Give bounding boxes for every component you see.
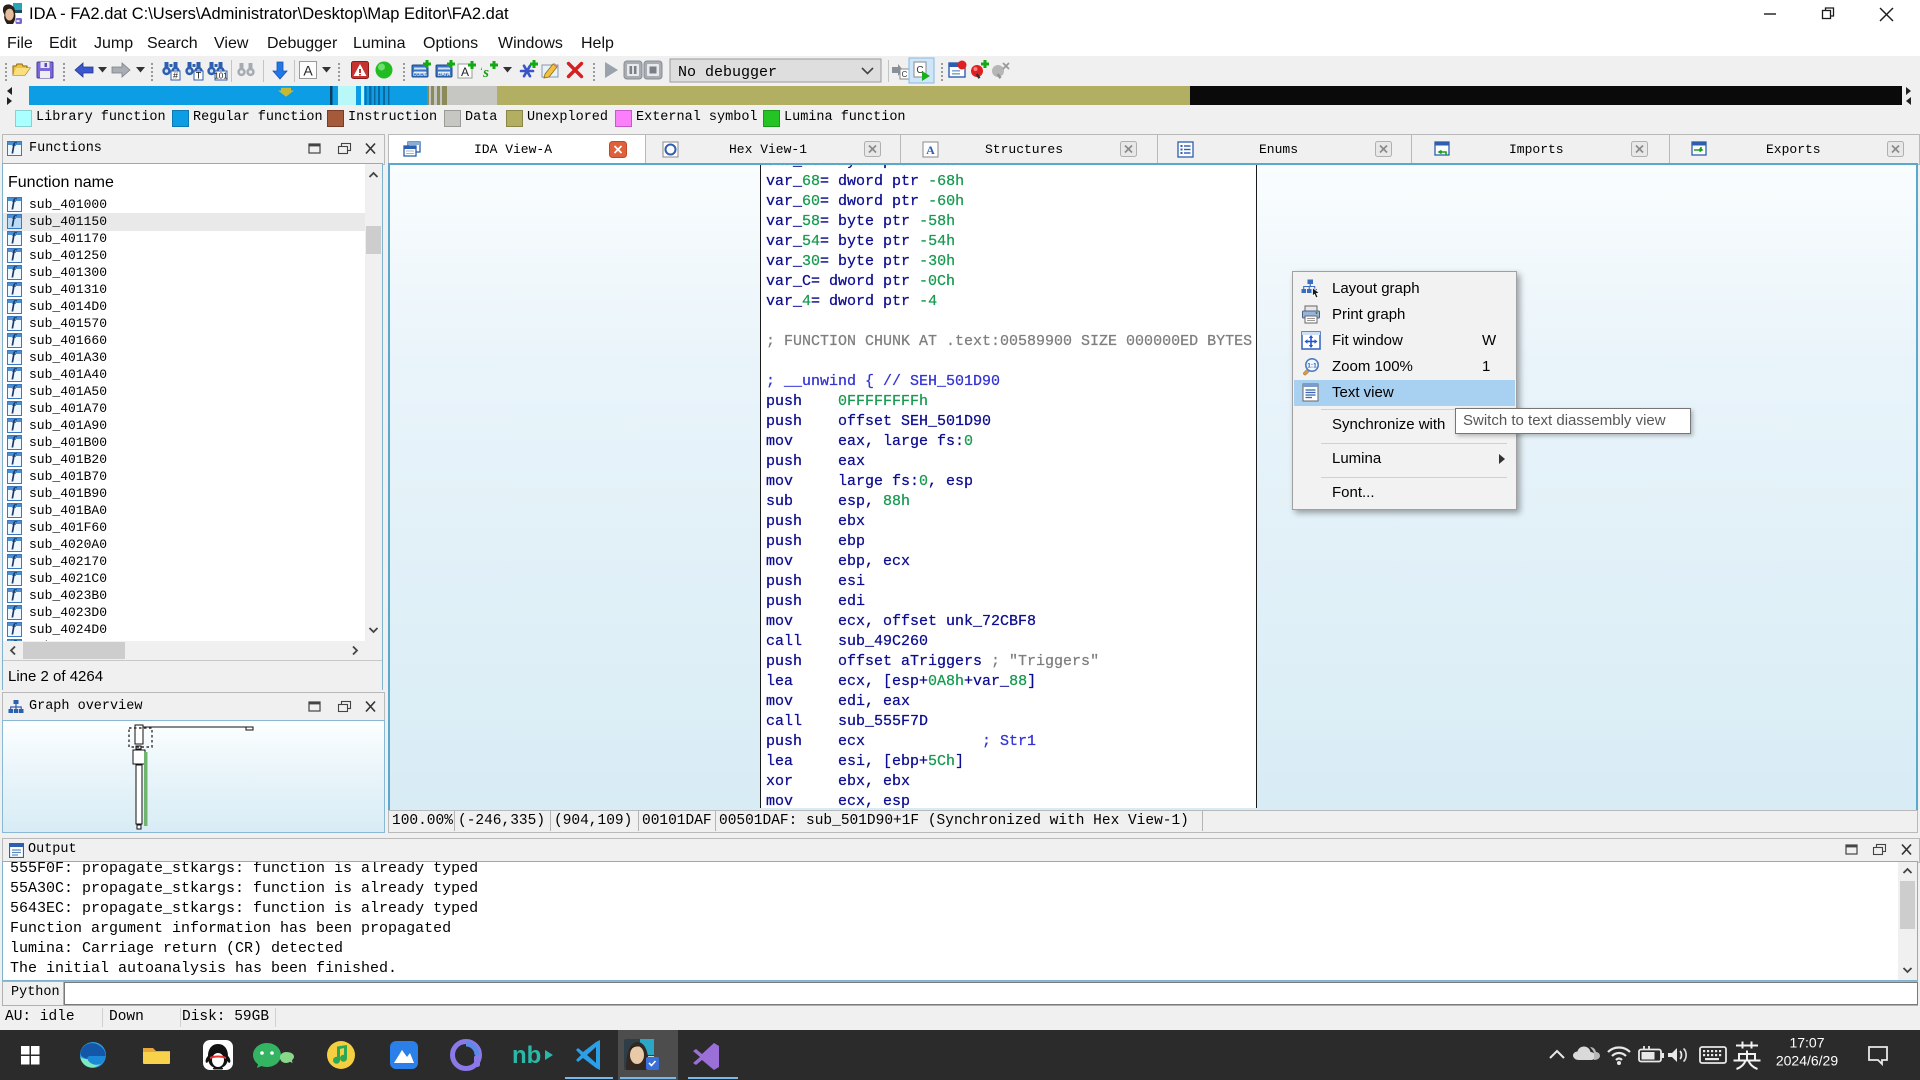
svg-text:A: A (926, 143, 935, 157)
svg-text:A: A (461, 65, 469, 79)
svg-text:1:1: 1:1 (1307, 363, 1317, 370)
svg-text:#: # (173, 71, 178, 81)
svg-text:CODE: CODE (413, 72, 428, 78)
svg-text:A: A (303, 63, 313, 79)
svg-text:DATA: DATA (438, 72, 451, 78)
svg-text:T: T (196, 71, 202, 81)
svg-text:nb: nb (512, 1042, 541, 1069)
svg-text:C: C (902, 70, 908, 79)
svg-text:s: s (482, 65, 489, 81)
svg-text:‘: ‘ (480, 66, 483, 76)
svg-text:101: 101 (214, 72, 228, 81)
svg-text:17:07: 17:07 (1789, 1035, 1824, 1051)
svg-text:2024/6/29: 2024/6/29 (1776, 1053, 1838, 1069)
svg-text:No debugger: No debugger (678, 64, 777, 81)
